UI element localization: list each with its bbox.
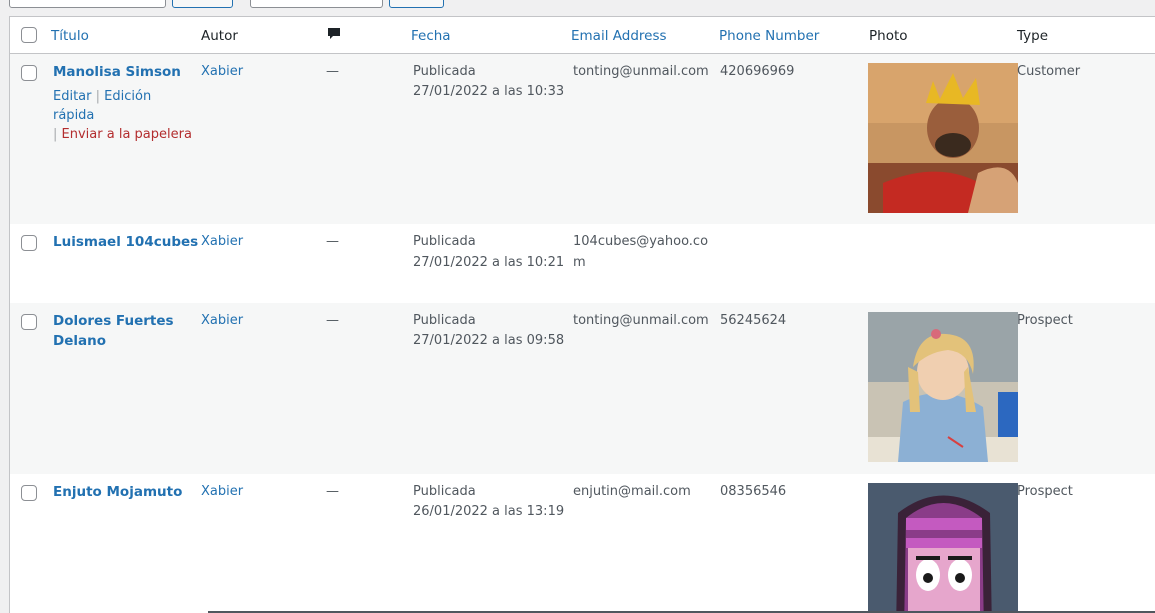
date-filter-select[interactable]	[250, 0, 383, 8]
post-title-link[interactable]: Dolores Fuertes	[53, 311, 174, 331]
email-value: tonting@unmail.com	[573, 313, 709, 328]
type-value: Prospect	[1017, 313, 1073, 328]
posts-table: Título Autor Fecha Email Address Phone N…	[9, 16, 1155, 613]
apply-button[interactable]	[172, 0, 233, 8]
post-title-link[interactable]: Luismael 104cubes	[53, 232, 198, 252]
filter-button[interactable]	[389, 0, 444, 8]
column-author: Autor	[201, 28, 238, 44]
row-checkbox[interactable]	[21, 485, 37, 501]
author-link[interactable]: Xabier	[201, 311, 243, 331]
post-date: 27/01/2022 a las 10:21	[413, 255, 565, 270]
tablenav-top	[0, 0, 1155, 16]
phone-value: 420696969	[720, 64, 795, 79]
phone-value: 08356546	[720, 484, 787, 499]
comment-bubble-icon[interactable]	[327, 27, 341, 45]
edit-link[interactable]: Editar	[53, 89, 92, 104]
column-date[interactable]: Fecha	[411, 28, 451, 44]
row-checkbox[interactable]	[21, 65, 37, 81]
comments-count: —	[326, 313, 339, 328]
type-value: Prospect	[1017, 484, 1073, 499]
contact-photo	[868, 483, 1018, 613]
select-all-checkbox[interactable]	[21, 27, 37, 43]
bulk-actions-select[interactable]	[9, 0, 166, 8]
email-value-wrap: m	[573, 255, 586, 270]
column-title[interactable]: Título	[51, 28, 89, 44]
comments-count: —	[326, 64, 339, 79]
separator: |	[53, 127, 58, 142]
email-value: 104cubes@yahoo.co	[573, 234, 709, 249]
row-checkbox[interactable]	[21, 235, 37, 251]
post-status: Publicada	[413, 64, 476, 79]
author-link[interactable]: Xabier	[201, 482, 243, 502]
type-value: Customer	[1017, 64, 1081, 79]
author-link[interactable]: Xabier	[201, 62, 243, 82]
table-row: Manolisa Simson Editar | Edición rápida …	[10, 54, 1155, 224]
comments-count: —	[326, 484, 339, 499]
post-status: Publicada	[413, 313, 476, 328]
phone-value: 56245624	[720, 313, 787, 328]
table-row: Luismael 104cubes Xabier — Publicada 27/…	[10, 224, 1155, 303]
post-date: 27/01/2022 a las 09:58	[413, 333, 565, 348]
table-row: Enjuto Mojamuto Xabier — Publicada 26/01…	[10, 474, 1155, 613]
post-date: 26/01/2022 a las 13:19	[413, 504, 565, 519]
separator: |	[95, 89, 101, 104]
post-date: 27/01/2022 a las 10:33	[413, 84, 565, 99]
post-title-link-wrap[interactable]: Delano	[53, 331, 106, 351]
post-title-link[interactable]: Manolisa Simson	[53, 62, 181, 82]
email-value: tonting@unmail.com	[573, 64, 709, 79]
contact-photo	[868, 312, 1018, 462]
table-row: Dolores Fuertes Delano Xabier — Publicad…	[10, 303, 1155, 474]
column-phone[interactable]: Phone Number	[719, 28, 819, 44]
comments-count: —	[326, 234, 339, 249]
column-email[interactable]: Email Address	[571, 28, 667, 44]
table-header: Título Autor Fecha Email Address Phone N…	[10, 17, 1155, 54]
post-status: Publicada	[413, 234, 476, 249]
column-type: Type	[1017, 28, 1049, 44]
trash-link[interactable]: Enviar a la papelera	[62, 127, 192, 142]
column-photo: Photo	[869, 28, 908, 44]
email-value: enjutin@mail.com	[573, 484, 691, 499]
author-link[interactable]: Xabier	[201, 232, 243, 252]
post-status: Publicada	[413, 484, 476, 499]
row-checkbox[interactable]	[21, 314, 37, 330]
post-title-link[interactable]: Enjuto Mojamuto	[53, 482, 182, 502]
contact-photo	[868, 63, 1018, 213]
row-actions: Editar | Edición rápida | Enviar a la pa…	[53, 87, 193, 144]
